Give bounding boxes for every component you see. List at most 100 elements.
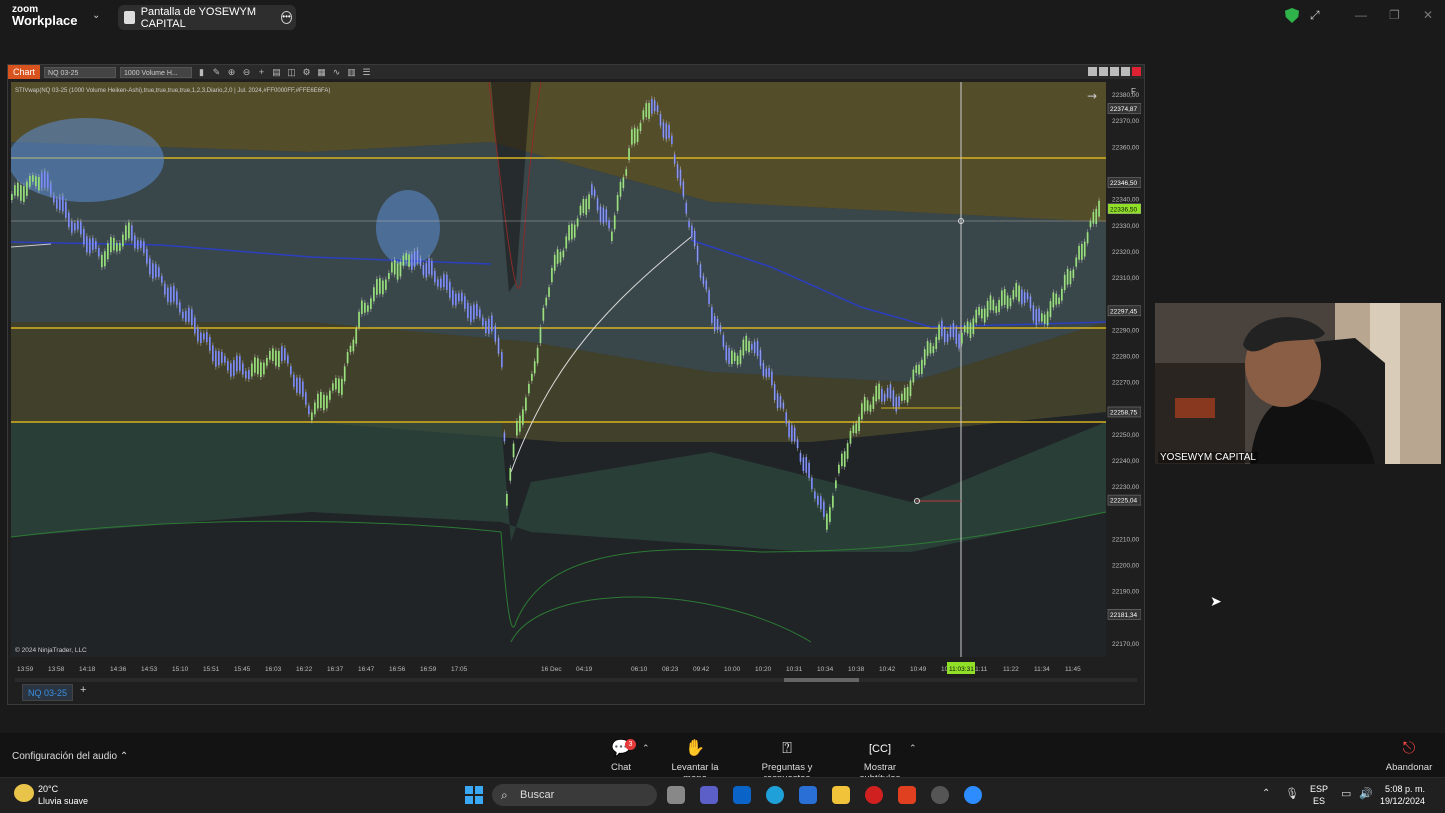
leave-label: Abandonar [1385,762,1433,773]
chart-minimize-icon[interactable] [1110,67,1119,76]
screen-share-indicator[interactable]: Pantalla de YOSEWYM CAPITAL ••• [118,5,296,30]
chat-label: Chat [610,762,632,773]
ninjatrader-icon[interactable] [898,786,916,804]
price-marker: 22181,34 [1107,609,1141,620]
highlight-ellipse-1[interactable] [11,118,164,202]
tray-chevron-up-icon[interactable]: ⌃ [1262,788,1270,799]
price-tick-label: 22230,00 [1112,484,1139,491]
zoom-app-icon[interactable] [964,786,982,804]
add-tab-button[interactable]: + [76,684,90,701]
volume-icon[interactable]: 🔊 [1359,787,1373,800]
period-select[interactable]: 1000 Volume H... [120,66,193,78]
price-chart[interactable]: → F 22380,0022370,0022360,0022340,002233… [11,82,1141,682]
chart-trader-icon[interactable]: ▥ [346,67,357,78]
price-tick-label: 22380,00 [1112,92,1139,99]
chart-tab[interactable]: Chart [8,65,41,79]
network-icon[interactable]: ▭ [1341,787,1351,800]
chevron-down-icon[interactable]: ⌄ [92,10,100,21]
time-tick-label: 04:19 [576,666,593,673]
chart-window-controls [1088,67,1141,76]
teams-icon[interactable] [700,786,718,804]
fullscreen-icon[interactable]: ⤢ [1310,8,1320,23]
edge-icon[interactable] [766,786,784,804]
crosshair-icon[interactable]: + [256,67,267,78]
security-shield-icon[interactable] [1285,8,1299,23]
time-tick-label: 06:10 [631,666,648,673]
cascade-icon[interactable] [1099,67,1108,76]
audio-config-button[interactable]: Configuración del audio ⌃ [12,751,128,762]
tab-nq-03-25[interactable]: NQ 03-25 [22,684,74,701]
windows-start-icon[interactable] [465,786,483,804]
time-tick-label: 10:42 [879,666,896,673]
windows-taskbar [0,777,1445,813]
app-icon[interactable] [931,786,949,804]
store-icon[interactable] [799,786,817,804]
indicator-icon[interactable]: ∿ [331,67,342,78]
zoom-logo-line2: Workplace [12,13,78,28]
time-tick-label: 16:03 [265,666,282,673]
zoom-top-bar: zoom Workplace ⌄ Pantalla de YOSEWYM CAP… [0,0,1445,33]
weather-icon[interactable] [14,784,34,802]
minimize-icon[interactable]: — [1355,8,1367,22]
time-tick-label: 08:23 [662,666,679,673]
task-view-icon[interactable] [667,786,685,804]
captions-options-chevron-icon[interactable]: ⌃ [909,743,917,754]
more-options-icon[interactable]: ••• [280,11,292,24]
properties-icon[interactable]: ▤ [271,67,282,78]
instrument-select[interactable]: NQ 03-25 [44,66,117,78]
time-tick-label: 10:49 [910,666,927,673]
draw-tool-icon[interactable]: ✎ [211,67,222,78]
scrollbar-thumb[interactable] [784,678,859,682]
template-icon[interactable]: ▦ [316,67,327,78]
mouse-cursor-icon: ➤ [1210,593,1222,609]
chart-maximize-icon[interactable] [1121,67,1130,76]
leave-button[interactable]: ⎋ Abandonar [1385,738,1433,773]
search-placeholder: Buscar [520,789,555,801]
input-language[interactable]: ESP ES [1310,783,1328,807]
highlight-ellipse-2[interactable] [376,190,440,266]
arrow-right-icon[interactable]: → [1087,89,1097,103]
participant-video[interactable] [1155,303,1441,464]
maximize-icon[interactable]: ❐ [1389,8,1400,22]
time-tick-label: 13:59 [17,666,34,673]
search-icon: ⌕ [501,788,508,802]
zoom-logo: zoom Workplace [12,4,102,28]
svg-text:22181,34: 22181,34 [1110,612,1137,619]
time-tick-label: 11:45 [1065,666,1081,673]
price-tick-label: 22240,00 [1112,458,1139,465]
share-title: Pantalla de YOSEWYM CAPITAL [140,5,257,30]
weather-widget[interactable]: 20°C Lluvia suave [38,783,88,807]
tile-icon[interactable] [1088,67,1097,76]
close-icon[interactable]: ✕ [1423,8,1433,22]
microphone-icon[interactable]: 🎙 [1285,787,1299,800]
outlook-icon[interactable] [733,786,751,804]
clock-date: 19/12/2024 [1380,796,1426,806]
time-tick-label: 14:18 [79,666,96,673]
price-marker: 22297,45 [1107,305,1141,317]
list-icon[interactable]: ☰ [361,67,372,78]
crosshair-time-label: 11:03:31 [947,662,975,674]
price-tick-label: 22360,00 [1112,144,1139,151]
price-tick-label: 22200,00 [1112,563,1139,570]
data-box-icon[interactable]: ◫ [286,67,297,78]
chat-options-chevron-icon[interactable]: ⌃ [642,743,650,754]
time-tick-label: 14:36 [110,666,127,673]
chat-unread-badge: 3 [625,739,636,750]
horizontal-scrollbar[interactable] [15,678,1137,682]
taskbar-search[interactable]: ⌕ Buscar [492,784,657,806]
zoom-in-icon[interactable]: ⊕ [226,67,237,78]
instrument-tabs: NQ 03-25 + [22,684,90,701]
captions-icon: [CC] [869,743,891,755]
temperature: 20°C [38,784,59,794]
bar-style-icon[interactable]: ▮ [196,67,207,78]
time-tick-label: 16:56 [389,666,406,673]
zoom-out-icon[interactable]: ⊖ [241,67,252,78]
time-tick-label: 17:05 [451,666,468,673]
strategy-icon[interactable]: ⚙ [301,67,312,78]
weather-description: Lluvia suave [38,796,89,806]
chart-close-icon[interactable] [1132,67,1141,76]
taskbar-clock[interactable]: 5:08 p. m. 19/12/2024 [1380,783,1425,807]
opera-icon[interactable] [865,786,883,804]
file-explorer-icon[interactable] [832,786,850,804]
chart-toolbar: Chart NQ 03-25 1000 Volume H... ▮ ✎ ⊕ ⊖ … [8,65,1144,79]
